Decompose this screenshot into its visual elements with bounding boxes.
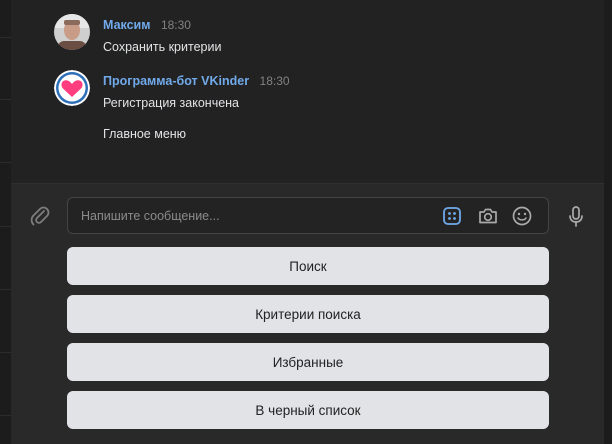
message-composer: Напишите сообщение... Поиск Критерии пои… [11, 183, 604, 444]
emoji-icon[interactable] [511, 205, 533, 227]
camera-icon[interactable] [477, 205, 499, 227]
message-text: Главное меню [103, 127, 187, 141]
left-panel-edge [0, 0, 11, 444]
bot-avatar[interactable] [54, 70, 90, 106]
message-history: Максим 18:30 Сохранить критерии Программ… [11, 0, 604, 183]
message-item: Максим 18:30 Сохранить критерии [103, 16, 612, 54]
keyboard-button-search-criteria[interactable]: Критерии поиска [67, 295, 549, 333]
user-avatar[interactable] [54, 14, 90, 50]
microphone-icon[interactable] [565, 205, 587, 229]
message-text: Сохранить критерии [103, 40, 222, 54]
keyboard-button-blacklist[interactable]: В черный список [67, 391, 549, 429]
message-placeholder: Напишите сообщение... [81, 209, 220, 223]
keyboard-button-search[interactable]: Поиск [67, 247, 549, 285]
message-sender[interactable]: Программа-бот VKinder [103, 74, 249, 88]
bot-keyboard-icon[interactable] [442, 206, 462, 226]
message-text: Регистрация закончена [103, 96, 240, 110]
message-item: Программа-бот VKinder 18:30 Регистрация … [103, 72, 612, 141]
paperclip-icon[interactable] [29, 205, 51, 227]
right-panel-edge [604, 0, 612, 444]
message-input[interactable]: Напишите сообщение... [67, 197, 549, 234]
keyboard-button-favorites[interactable]: Избранные [67, 343, 549, 381]
message-sender[interactable]: Максим [103, 18, 151, 32]
chat-window: Максим 18:30 Сохранить критерии Программ… [0, 0, 612, 444]
message-time: 18:30 [259, 74, 290, 88]
message-time: 18:30 [160, 18, 191, 32]
